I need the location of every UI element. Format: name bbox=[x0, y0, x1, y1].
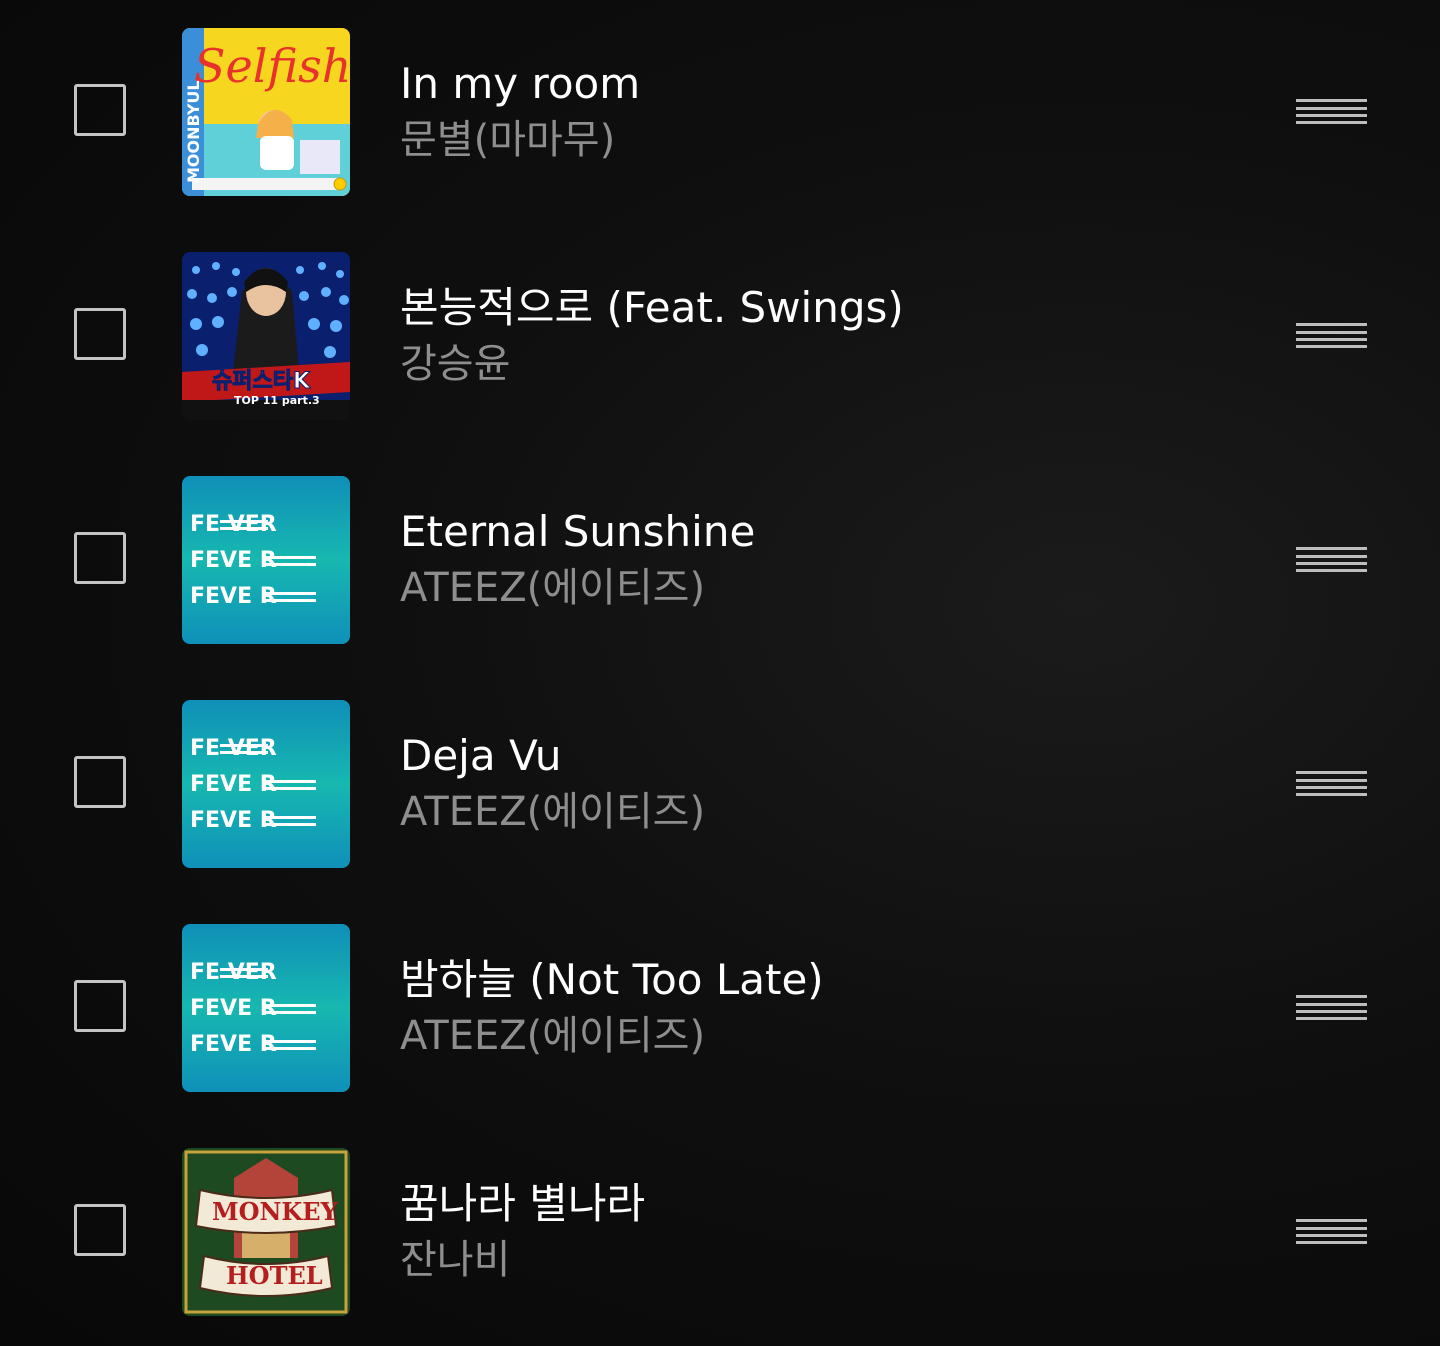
drag-handle-icon[interactable] bbox=[1296, 771, 1367, 797]
track-title: Deja Vu bbox=[400, 731, 562, 780]
zero-fever-cover-line: FEVE R bbox=[190, 996, 277, 1021]
track-artist: 강승윤 bbox=[400, 341, 511, 387]
track-checkbox[interactable] bbox=[74, 980, 126, 1032]
zero-fever-cover-line: FEVE R bbox=[190, 808, 277, 833]
playlist-track-list: Selfish MOONBYUL In my room 문별(마마무) 슈퍼스타… bbox=[0, 0, 1440, 1346]
track-artist: ATEEZ(에이티즈) bbox=[400, 565, 706, 611]
album-art-zero-fever: FE VER FEVE R FEVE R bbox=[182, 476, 350, 644]
track-artist: 문별(마마무) bbox=[400, 117, 616, 163]
zero-fever-cover-line: FEVE R bbox=[190, 548, 277, 573]
track-row[interactable]: FE VER FEVE R FEVE R Deja Vu ATEEZ(에이티즈) bbox=[0, 672, 1440, 896]
track-artist: 잔나비 bbox=[400, 1237, 511, 1283]
track-checkbox[interactable] bbox=[74, 308, 126, 360]
zero-fever-cover-image: FE VER FEVE R FEVE R bbox=[182, 476, 350, 644]
track-title: 본능적으로 (Feat. Swings) bbox=[400, 283, 904, 332]
zero-fever-cover-line: FEVE R bbox=[190, 584, 277, 609]
superstar-k-cover-image: 슈퍼스타K TOP 11 part.3 bbox=[182, 252, 350, 420]
superstar-k-cover-text: 슈퍼스타K bbox=[212, 369, 311, 394]
zero-fever-cover-line: FE VER bbox=[190, 512, 277, 537]
track-row[interactable]: 슈퍼스타K TOP 11 part.3 본능적으로 (Feat. Swings)… bbox=[0, 224, 1440, 448]
track-title: Eternal Sunshine bbox=[400, 507, 756, 556]
track-title: 밤하늘 (Not Too Late) bbox=[400, 955, 824, 1004]
track-title: In my room bbox=[400, 59, 641, 108]
track-row[interactable]: FE VER FEVE R FEVE R Eternal Sunshine AT… bbox=[0, 448, 1440, 672]
album-art-superstar-k: 슈퍼스타K TOP 11 part.3 bbox=[182, 252, 350, 420]
monkey-hotel-cover-text: MONKEY bbox=[212, 1197, 339, 1226]
track-artist: ATEEZ(에이티즈) bbox=[400, 789, 706, 835]
track-checkbox[interactable] bbox=[74, 1204, 126, 1256]
selfish-cover-text: Selfish bbox=[194, 39, 350, 93]
track-row[interactable]: MONKEY HOTEL 꿈나라 별나라 잔나비 bbox=[0, 1120, 1440, 1344]
track-checkbox[interactable] bbox=[74, 532, 126, 584]
album-art-monkey-hotel: MONKEY HOTEL bbox=[182, 1148, 350, 1316]
drag-handle-icon[interactable] bbox=[1296, 1219, 1367, 1245]
album-art-selfish: Selfish MOONBYUL bbox=[182, 28, 350, 196]
drag-handle-icon[interactable] bbox=[1296, 99, 1367, 125]
selfish-cover-image: Selfish MOONBYUL bbox=[182, 28, 350, 196]
zero-fever-cover-line: FE VER bbox=[190, 736, 277, 761]
zero-fever-cover-image: FE VER FEVE R FEVE R bbox=[182, 700, 350, 868]
zero-fever-cover-line: FEVE R bbox=[190, 1032, 277, 1057]
superstar-k-cover-sub-text: TOP 11 part.3 bbox=[234, 394, 320, 407]
track-checkbox[interactable] bbox=[74, 84, 126, 136]
track-row[interactable]: FE VER FEVE R FEVE R 밤하늘 (Not Too Late) … bbox=[0, 896, 1440, 1120]
zero-fever-cover-image: FE VER FEVE R FEVE R bbox=[182, 924, 350, 1092]
drag-handle-icon[interactable] bbox=[1296, 995, 1367, 1021]
zero-fever-cover-line: FE VER bbox=[190, 960, 277, 985]
track-title: 꿈나라 별나라 bbox=[400, 1179, 646, 1228]
drag-handle-icon[interactable] bbox=[1296, 547, 1367, 573]
album-art-zero-fever: FE VER FEVE R FEVE R bbox=[182, 924, 350, 1092]
monkey-hotel-cover-image: MONKEY HOTEL bbox=[182, 1148, 350, 1316]
selfish-cover-side-text: MOONBYUL bbox=[184, 80, 203, 183]
monkey-hotel-cover-sub-text: HOTEL bbox=[226, 1261, 323, 1290]
track-row[interactable]: Selfish MOONBYUL In my room 문별(마마무) bbox=[0, 0, 1440, 224]
track-artist: ATEEZ(에이티즈) bbox=[400, 1013, 706, 1059]
album-art-zero-fever: FE VER FEVE R FEVE R bbox=[182, 700, 350, 868]
zero-fever-cover-line: FEVE R bbox=[190, 772, 277, 797]
track-checkbox[interactable] bbox=[74, 756, 126, 808]
drag-handle-icon[interactable] bbox=[1296, 323, 1367, 349]
